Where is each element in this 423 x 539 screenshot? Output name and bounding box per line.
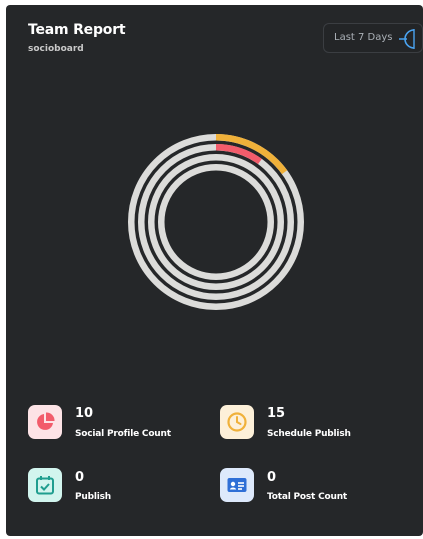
schedule-publish-tile bbox=[220, 405, 254, 439]
check-mark bbox=[40, 483, 50, 491]
publish-tile bbox=[28, 468, 62, 502]
clock-icon bbox=[227, 412, 247, 432]
stat-label: Schedule Publish bbox=[267, 429, 351, 439]
stat-label: Social Profile Count bbox=[75, 429, 171, 439]
calendar-check-icon bbox=[36, 476, 54, 495]
id-card-icon bbox=[227, 478, 247, 492]
team-report-card: Team Report socioboard Last 7 Days 10 So… bbox=[6, 5, 423, 536]
date-range-dropdown[interactable]: Last 7 Days bbox=[323, 23, 423, 53]
stat-label: Total Post Count bbox=[267, 492, 347, 502]
stat-value: 0 bbox=[75, 470, 85, 485]
time-range-icon bbox=[396, 27, 422, 55]
stat-value: 15 bbox=[267, 406, 286, 421]
stat-label: Publish bbox=[75, 492, 111, 502]
date-range-label: Last 7 Days bbox=[334, 32, 393, 43]
ring-track bbox=[158, 164, 274, 280]
id-card-icon-avatar bbox=[230, 481, 236, 487]
stat-value: 0 bbox=[267, 470, 277, 485]
clock-icon-hands bbox=[236, 416, 242, 425]
pie-chart-icon-slice bbox=[46, 412, 55, 421]
radial-bar-chart bbox=[128, 134, 304, 310]
pie-chart-icon bbox=[37, 412, 55, 430]
ring-track bbox=[148, 154, 284, 290]
id-card-icon-body bbox=[227, 478, 247, 492]
stat-value: 10 bbox=[75, 406, 94, 421]
card-title: Team Report bbox=[28, 22, 126, 38]
social-profile-tile bbox=[28, 405, 62, 439]
total-post-tile bbox=[220, 468, 254, 502]
card-subtitle: socioboard bbox=[28, 44, 84, 54]
calendar-icon-body bbox=[36, 477, 54, 495]
